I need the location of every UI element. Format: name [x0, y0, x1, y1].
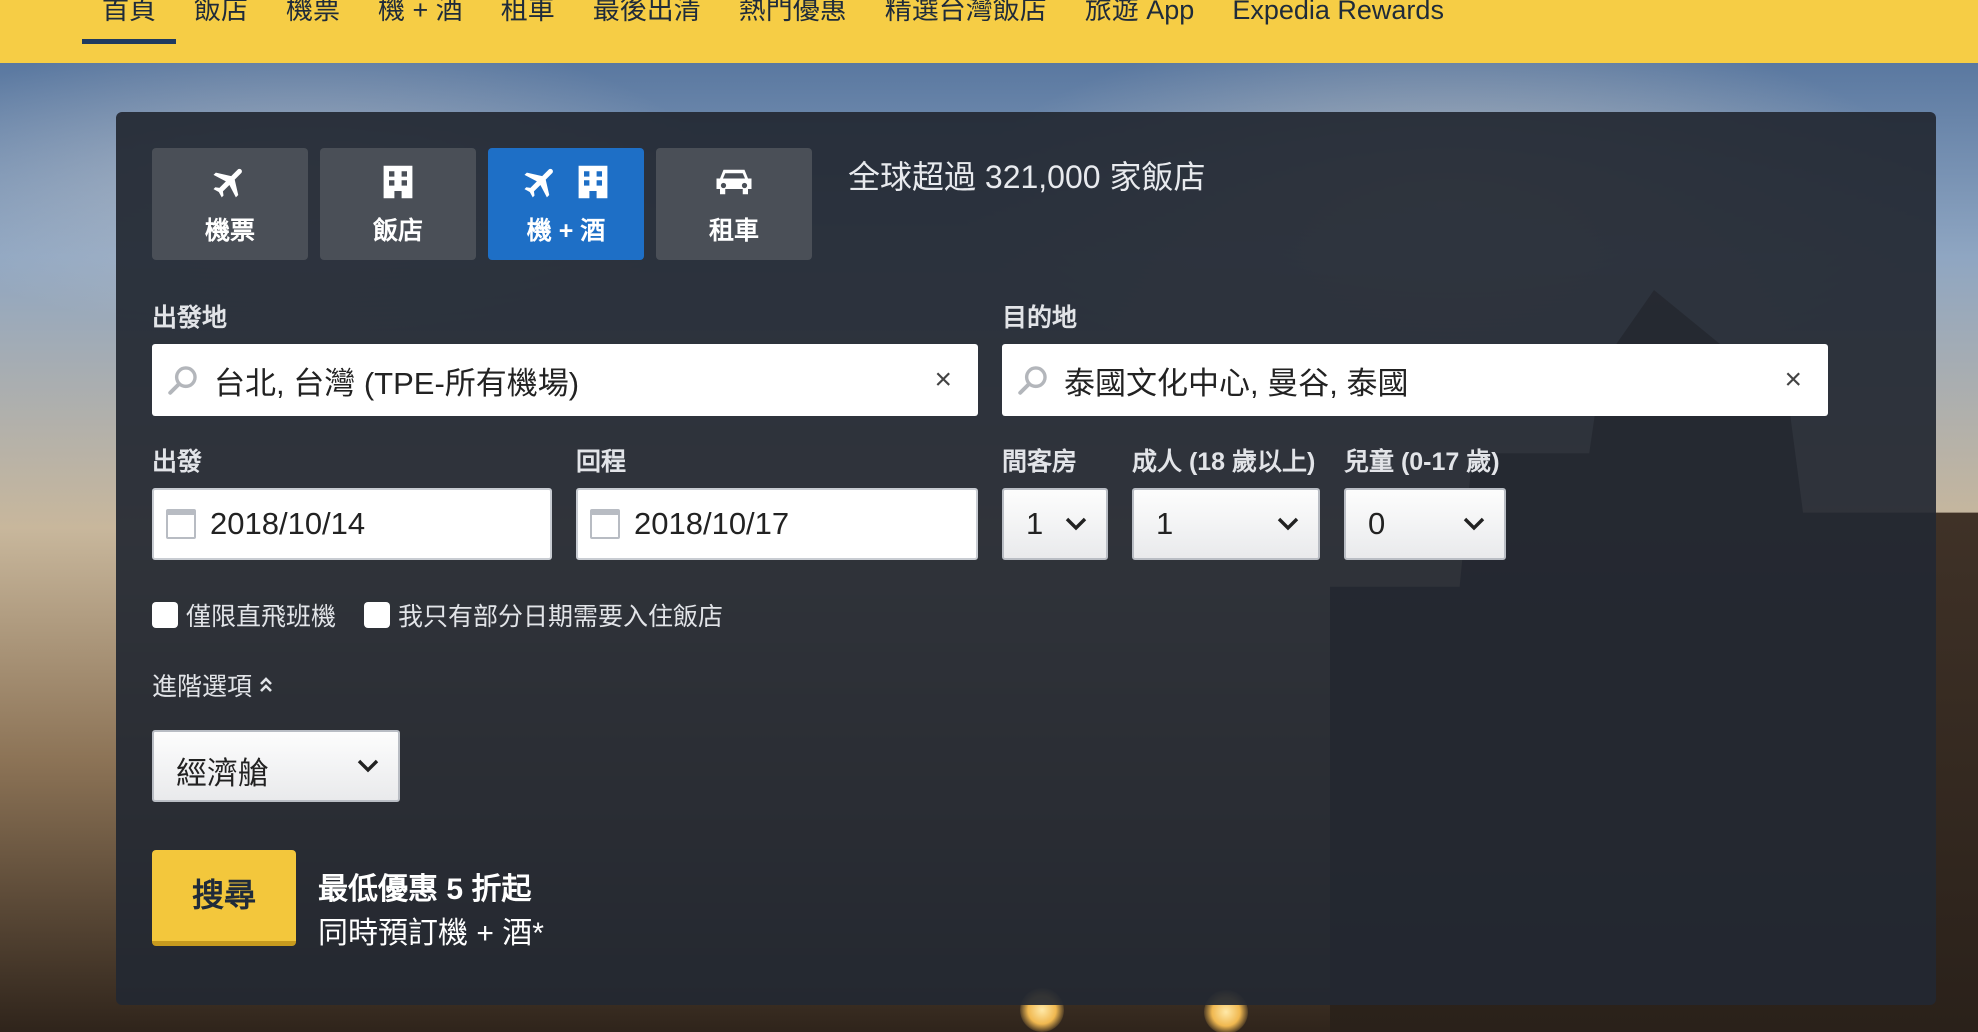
origin-label: 出發地	[152, 304, 228, 332]
destination-value: 泰國文化中心, 曼谷, 泰國	[1064, 365, 1409, 401]
tab-cars[interactable]: 租車	[656, 148, 812, 260]
cabin-class-value: 經濟艙	[176, 756, 269, 791]
adults-label: 成人 (18 歲以上)	[1132, 448, 1316, 476]
return-date-input[interactable]: 2018/10/17	[576, 488, 978, 560]
adults-value: 1	[1156, 506, 1174, 541]
children-value: 0	[1368, 506, 1386, 541]
advanced-options-label: 進階選項	[152, 673, 253, 701]
nav-item-hotels[interactable]: 飯店	[194, 0, 248, 44]
origin-input[interactable]: 台北, 台灣 (TPE-所有機場) ×	[152, 344, 978, 416]
adults-select[interactable]: 1	[1132, 488, 1320, 560]
nav-item-deals[interactable]: 熱門優惠	[739, 0, 847, 44]
depart-date-input[interactable]: 2018/10/14	[152, 488, 552, 560]
tab-label: 機 + 酒	[526, 217, 606, 245]
nav-item-taiwan-hotels[interactable]: 精選台灣飯店	[885, 0, 1047, 44]
rooms-label: 間客房	[1002, 448, 1078, 476]
clear-origin-icon[interactable]: ×	[934, 365, 952, 395]
tab-label: 機票	[204, 217, 255, 245]
return-date-value: 2018/10/17	[634, 506, 790, 541]
search-icon	[1018, 366, 1047, 395]
rooms-select[interactable]: 1	[1002, 488, 1108, 560]
search-panel: 機票 飯店 機 + 酒 租車 全球超過 321,000 家飯店 出發地 台北, …	[116, 112, 1936, 1005]
hotel-icon	[383, 165, 413, 199]
nav-item-last-minute[interactable]: 最後出清	[593, 0, 701, 44]
promo-subline: 同時預訂機 + 酒*	[318, 917, 544, 950]
nav-item-flights[interactable]: 機票	[286, 0, 340, 44]
plane-icon	[213, 168, 242, 198]
tab-label: 租車	[708, 217, 759, 245]
depart-date-value: 2018/10/14	[210, 506, 366, 541]
children-select[interactable]: 0	[1344, 488, 1506, 560]
hotel-count-heading: 全球超過 321,000 家飯店	[848, 159, 1206, 195]
calendar-icon	[166, 509, 196, 539]
partial-hotel-label[interactable]: 我只有部分日期需要入住飯店	[398, 597, 723, 633]
destination-input[interactable]: 泰國文化中心, 曼谷, 泰國 ×	[1002, 344, 1828, 416]
partial-hotel-checkbox[interactable]	[364, 602, 391, 628]
nav-item-app[interactable]: 旅遊 App	[1085, 0, 1195, 44]
tab-label: 飯店	[372, 217, 423, 245]
chevron-down-icon	[1277, 517, 1299, 531]
car-icon	[716, 169, 752, 195]
origin-value: 台北, 台灣 (TPE-所有機場)	[214, 365, 580, 401]
children-label: 兒童 (0-17 歲)	[1344, 448, 1500, 476]
return-label: 回程	[576, 448, 627, 476]
destination-label: 目的地	[1002, 304, 1078, 332]
advanced-options-toggle[interactable]: 進階選項	[152, 667, 274, 703]
top-navigation: 首頁 飯店 機票 機 + 酒 租車 最後出清 熱門優惠 精選台灣飯店 旅遊 Ap…	[0, 0, 1978, 63]
direct-flight-checkbox[interactable]	[152, 602, 178, 628]
rooms-value: 1	[1026, 506, 1044, 541]
chevron-down-icon	[357, 759, 379, 773]
nav-item-packages[interactable]: 機 + 酒	[378, 0, 463, 44]
options-checkboxes: 僅限直飛班機 我只有部分日期需要入住飯店	[152, 597, 751, 633]
promo-headline: 最低優惠 5 折起	[318, 873, 532, 906]
tab-packages[interactable]: 機 + 酒	[488, 148, 644, 260]
nav-item-cars[interactable]: 租車	[501, 0, 555, 44]
cabin-class-select[interactable]: 經濟艙	[152, 730, 400, 802]
hotel-icon	[578, 165, 608, 199]
direct-flight-label[interactable]: 僅限直飛班機	[186, 597, 336, 633]
depart-label: 出發	[152, 448, 203, 476]
calendar-icon	[590, 509, 620, 539]
chevron-double-up-icon	[260, 677, 272, 692]
product-tabs: 機票 飯店 機 + 酒 租車	[152, 148, 824, 260]
search-icon	[168, 366, 197, 395]
plane-icon	[524, 168, 553, 198]
tab-flights[interactable]: 機票	[152, 148, 308, 260]
chevron-down-icon	[1463, 517, 1485, 531]
nav-item-home[interactable]: 首頁	[82, 0, 176, 44]
tab-hotels[interactable]: 飯店	[320, 148, 476, 260]
nav-item-rewards[interactable]: Expedia Rewards	[1232, 0, 1444, 44]
search-button[interactable]: 搜尋	[152, 850, 296, 946]
chevron-down-icon	[1065, 517, 1087, 531]
clear-destination-icon[interactable]: ×	[1784, 365, 1802, 395]
